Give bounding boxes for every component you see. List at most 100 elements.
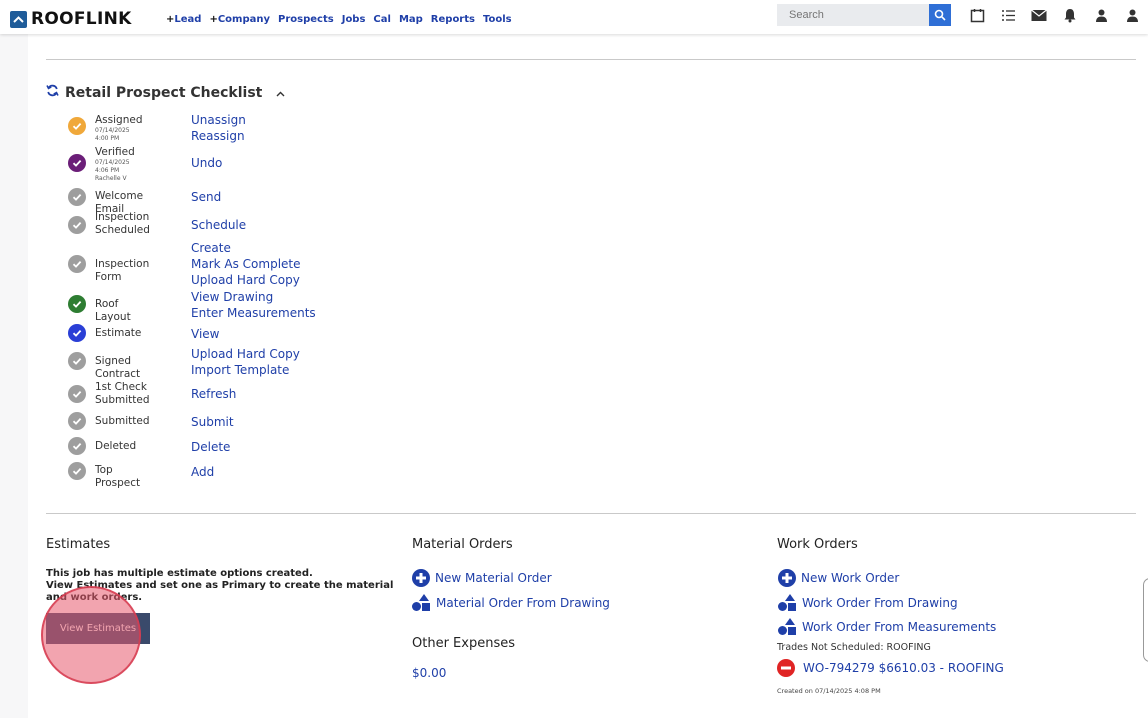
- nav-prospects[interactable]: Prospects: [278, 14, 334, 25]
- shapes-icon: [778, 594, 796, 611]
- create-link[interactable]: Create: [191, 240, 301, 256]
- submit-link[interactable]: Submit: [191, 414, 234, 430]
- search-input[interactable]: [777, 4, 929, 26]
- reassign-link[interactable]: Reassign: [191, 128, 246, 144]
- nav-add-lead[interactable]: +Lead: [166, 14, 201, 25]
- checklist-item-label: Signed Contract: [95, 355, 141, 380]
- shapes-icon: [412, 594, 430, 611]
- list-icon[interactable]: [999, 6, 1017, 24]
- checklist-item-label: Top Prospect: [95, 464, 141, 489]
- divider-bottom: [46, 513, 1136, 514]
- upload-hard-copy-link[interactable]: Upload Hard Copy: [191, 272, 301, 288]
- calendar-icon[interactable]: [968, 6, 986, 24]
- checklist-item-label: Assigned: [95, 114, 143, 126]
- schedule-link[interactable]: Schedule: [191, 217, 246, 233]
- left-rail: [0, 0, 28, 718]
- check-circle-icon: [68, 188, 86, 206]
- work-order-created-note: Created on 07/14/2025 4:08 PM: [777, 687, 881, 695]
- check-circle-icon: [68, 462, 86, 480]
- view-estimates-button[interactable]: View Estimates: [46, 613, 150, 644]
- estimates-message: This job has multiple estimate options c…: [46, 568, 406, 604]
- collapse-chevron-icon[interactable]: [276, 84, 285, 102]
- checklist-item-label: Inspection Form: [95, 258, 150, 283]
- mark-as-complete-link[interactable]: Mark As Complete: [191, 256, 301, 272]
- delete-link[interactable]: Delete: [191, 439, 230, 455]
- checklist-item-label: Estimate: [95, 327, 142, 339]
- minus-circle-icon[interactable]: [777, 659, 795, 677]
- plus-circle-icon: [412, 569, 430, 587]
- view-estimate-link[interactable]: View: [191, 326, 219, 342]
- side-panel-handle[interactable]: [1143, 578, 1148, 662]
- checklist-item-timestamp: 07/14/2025 4:00 PM: [95, 127, 130, 142]
- undo-link[interactable]: Undo: [191, 155, 222, 171]
- check-circle-icon: [68, 352, 86, 370]
- add-link[interactable]: Add: [191, 464, 214, 480]
- check-circle-icon: [68, 154, 86, 172]
- checklist-header: Retail Prospect Checklist: [46, 84, 285, 102]
- checklist-title: Retail Prospect Checklist: [65, 85, 263, 101]
- work-order-link[interactable]: WO-794279 $6610.03 - ROOFING: [803, 661, 1004, 675]
- user-icon[interactable]: [1123, 6, 1141, 24]
- material-order-from-drawing-link[interactable]: Material Order From Drawing: [436, 596, 610, 610]
- new-material-order-link[interactable]: New Material Order: [435, 571, 552, 585]
- work-order-from-measurements-link[interactable]: Work Order From Measurements: [802, 620, 996, 634]
- check-circle-icon: [68, 324, 86, 342]
- material-order-from-drawing-row: Material Order From Drawing: [411, 593, 610, 612]
- enter-measurements-link[interactable]: Enter Measurements: [191, 305, 316, 321]
- new-work-order-link[interactable]: New Work Order: [801, 571, 899, 585]
- refresh-icon[interactable]: [46, 84, 59, 102]
- plus-circle-icon: [778, 569, 796, 587]
- view-drawing-link[interactable]: View Drawing: [191, 289, 316, 305]
- nav-cal[interactable]: Cal: [373, 14, 391, 25]
- check-circle-icon: [68, 117, 86, 135]
- new-material-order-row: New Material Order: [412, 569, 552, 587]
- nav-reports[interactable]: Reports: [431, 14, 475, 25]
- unassign-link[interactable]: Unassign: [191, 112, 246, 128]
- check-circle-icon: [68, 255, 86, 273]
- checklist-item-label: Verified: [95, 146, 135, 158]
- users-icon[interactable]: [1092, 6, 1110, 24]
- search-button[interactable]: [929, 4, 951, 26]
- estimates-title: Estimates: [46, 537, 111, 552]
- top-bar: ROOFLINK +Lead +Company Prospects Jobs C…: [0, 0, 1148, 34]
- shapes-icon: [778, 618, 796, 635]
- work-orders-title: Work Orders: [777, 537, 858, 552]
- estimates-message-line2: View Estimates and set one as Primary to…: [46, 580, 394, 603]
- work-order-from-drawing-link[interactable]: Work Order From Drawing: [802, 596, 958, 610]
- checklist-item-user: Rachelle V: [95, 175, 127, 182]
- material-orders-title: Material Orders: [412, 537, 513, 552]
- new-work-order-row: New Work Order: [778, 569, 899, 587]
- nav-map[interactable]: Map: [399, 14, 423, 25]
- other-expenses-amount[interactable]: $0.00: [412, 666, 446, 680]
- check-circle-icon: [68, 412, 86, 430]
- nav-jobs[interactable]: Jobs: [342, 14, 366, 25]
- work-order-item: WO-794279 $6610.03 - ROOFING: [777, 659, 1004, 677]
- upload-hard-copy-link[interactable]: Upload Hard Copy: [191, 346, 300, 362]
- checklist-item-label: Roof Layout: [95, 298, 131, 323]
- checklist-item-label: Submitted: [95, 415, 150, 427]
- trades-not-scheduled-note: Trades Not Scheduled: ROOFING: [777, 642, 931, 653]
- checklist-item-label: 1st Check Submitted: [95, 381, 150, 406]
- send-link[interactable]: Send: [191, 189, 221, 205]
- check-circle-icon: [68, 295, 86, 313]
- bell-icon[interactable]: [1061, 6, 1079, 24]
- work-order-from-drawing-row: Work Order From Drawing: [777, 593, 958, 612]
- mail-icon[interactable]: [1030, 6, 1048, 24]
- divider-top: [46, 59, 1136, 60]
- import-template-link[interactable]: Import Template: [191, 362, 300, 378]
- other-expenses-title: Other Expenses: [412, 636, 515, 651]
- logo-text: ROOFLINK: [31, 9, 132, 29]
- search-icon: [934, 9, 946, 21]
- nav-add-company[interactable]: +Company: [209, 14, 270, 25]
- work-order-from-measurements-row: Work Order From Measurements: [777, 617, 996, 636]
- rooflink-logo-icon: [10, 10, 27, 28]
- check-circle-icon: [68, 216, 86, 234]
- logo[interactable]: ROOFLINK: [10, 9, 132, 29]
- checklist-item-label: Deleted: [95, 440, 137, 452]
- refresh-link[interactable]: Refresh: [191, 386, 236, 402]
- nav-tools[interactable]: Tools: [483, 14, 512, 25]
- estimates-message-line1: This job has multiple estimate options c…: [46, 568, 313, 579]
- top-icons: [968, 6, 1141, 24]
- check-circle-icon: [68, 385, 86, 403]
- checklist-item-label: Inspection Scheduled: [95, 211, 150, 236]
